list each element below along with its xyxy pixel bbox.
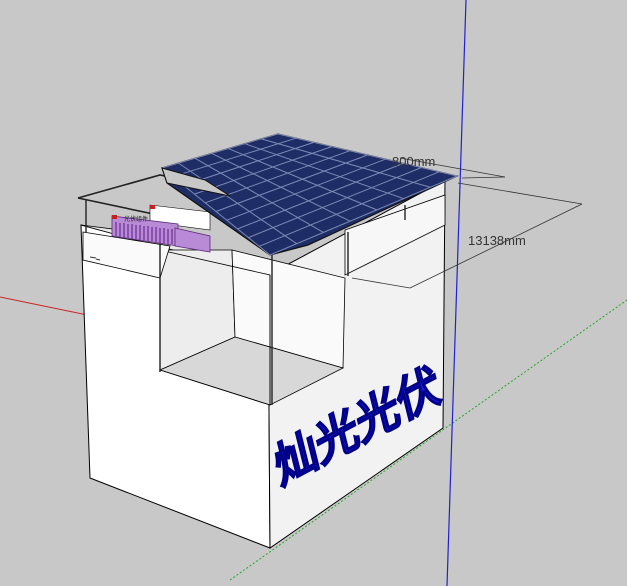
dim-width-label: 13138mm: [468, 233, 526, 248]
dim-depth-label: 800mm: [392, 154, 435, 169]
banner-badge-red-2: [150, 205, 155, 209]
dim-depth-ext: [461, 176, 506, 179]
dim-width-ext-1: [457, 182, 583, 205]
model-scene[interactable]: 光伏组件 800mm 13138mm 灿光光伏: [0, 0, 627, 586]
banner-badge-red: [112, 215, 117, 219]
blue-axis: [446, 0, 467, 586]
sketchup-viewport[interactable]: 光伏组件 800mm 13138mm 灿光光伏: [0, 0, 627, 586]
banner-badge-text: 光伏组件: [124, 215, 148, 223]
